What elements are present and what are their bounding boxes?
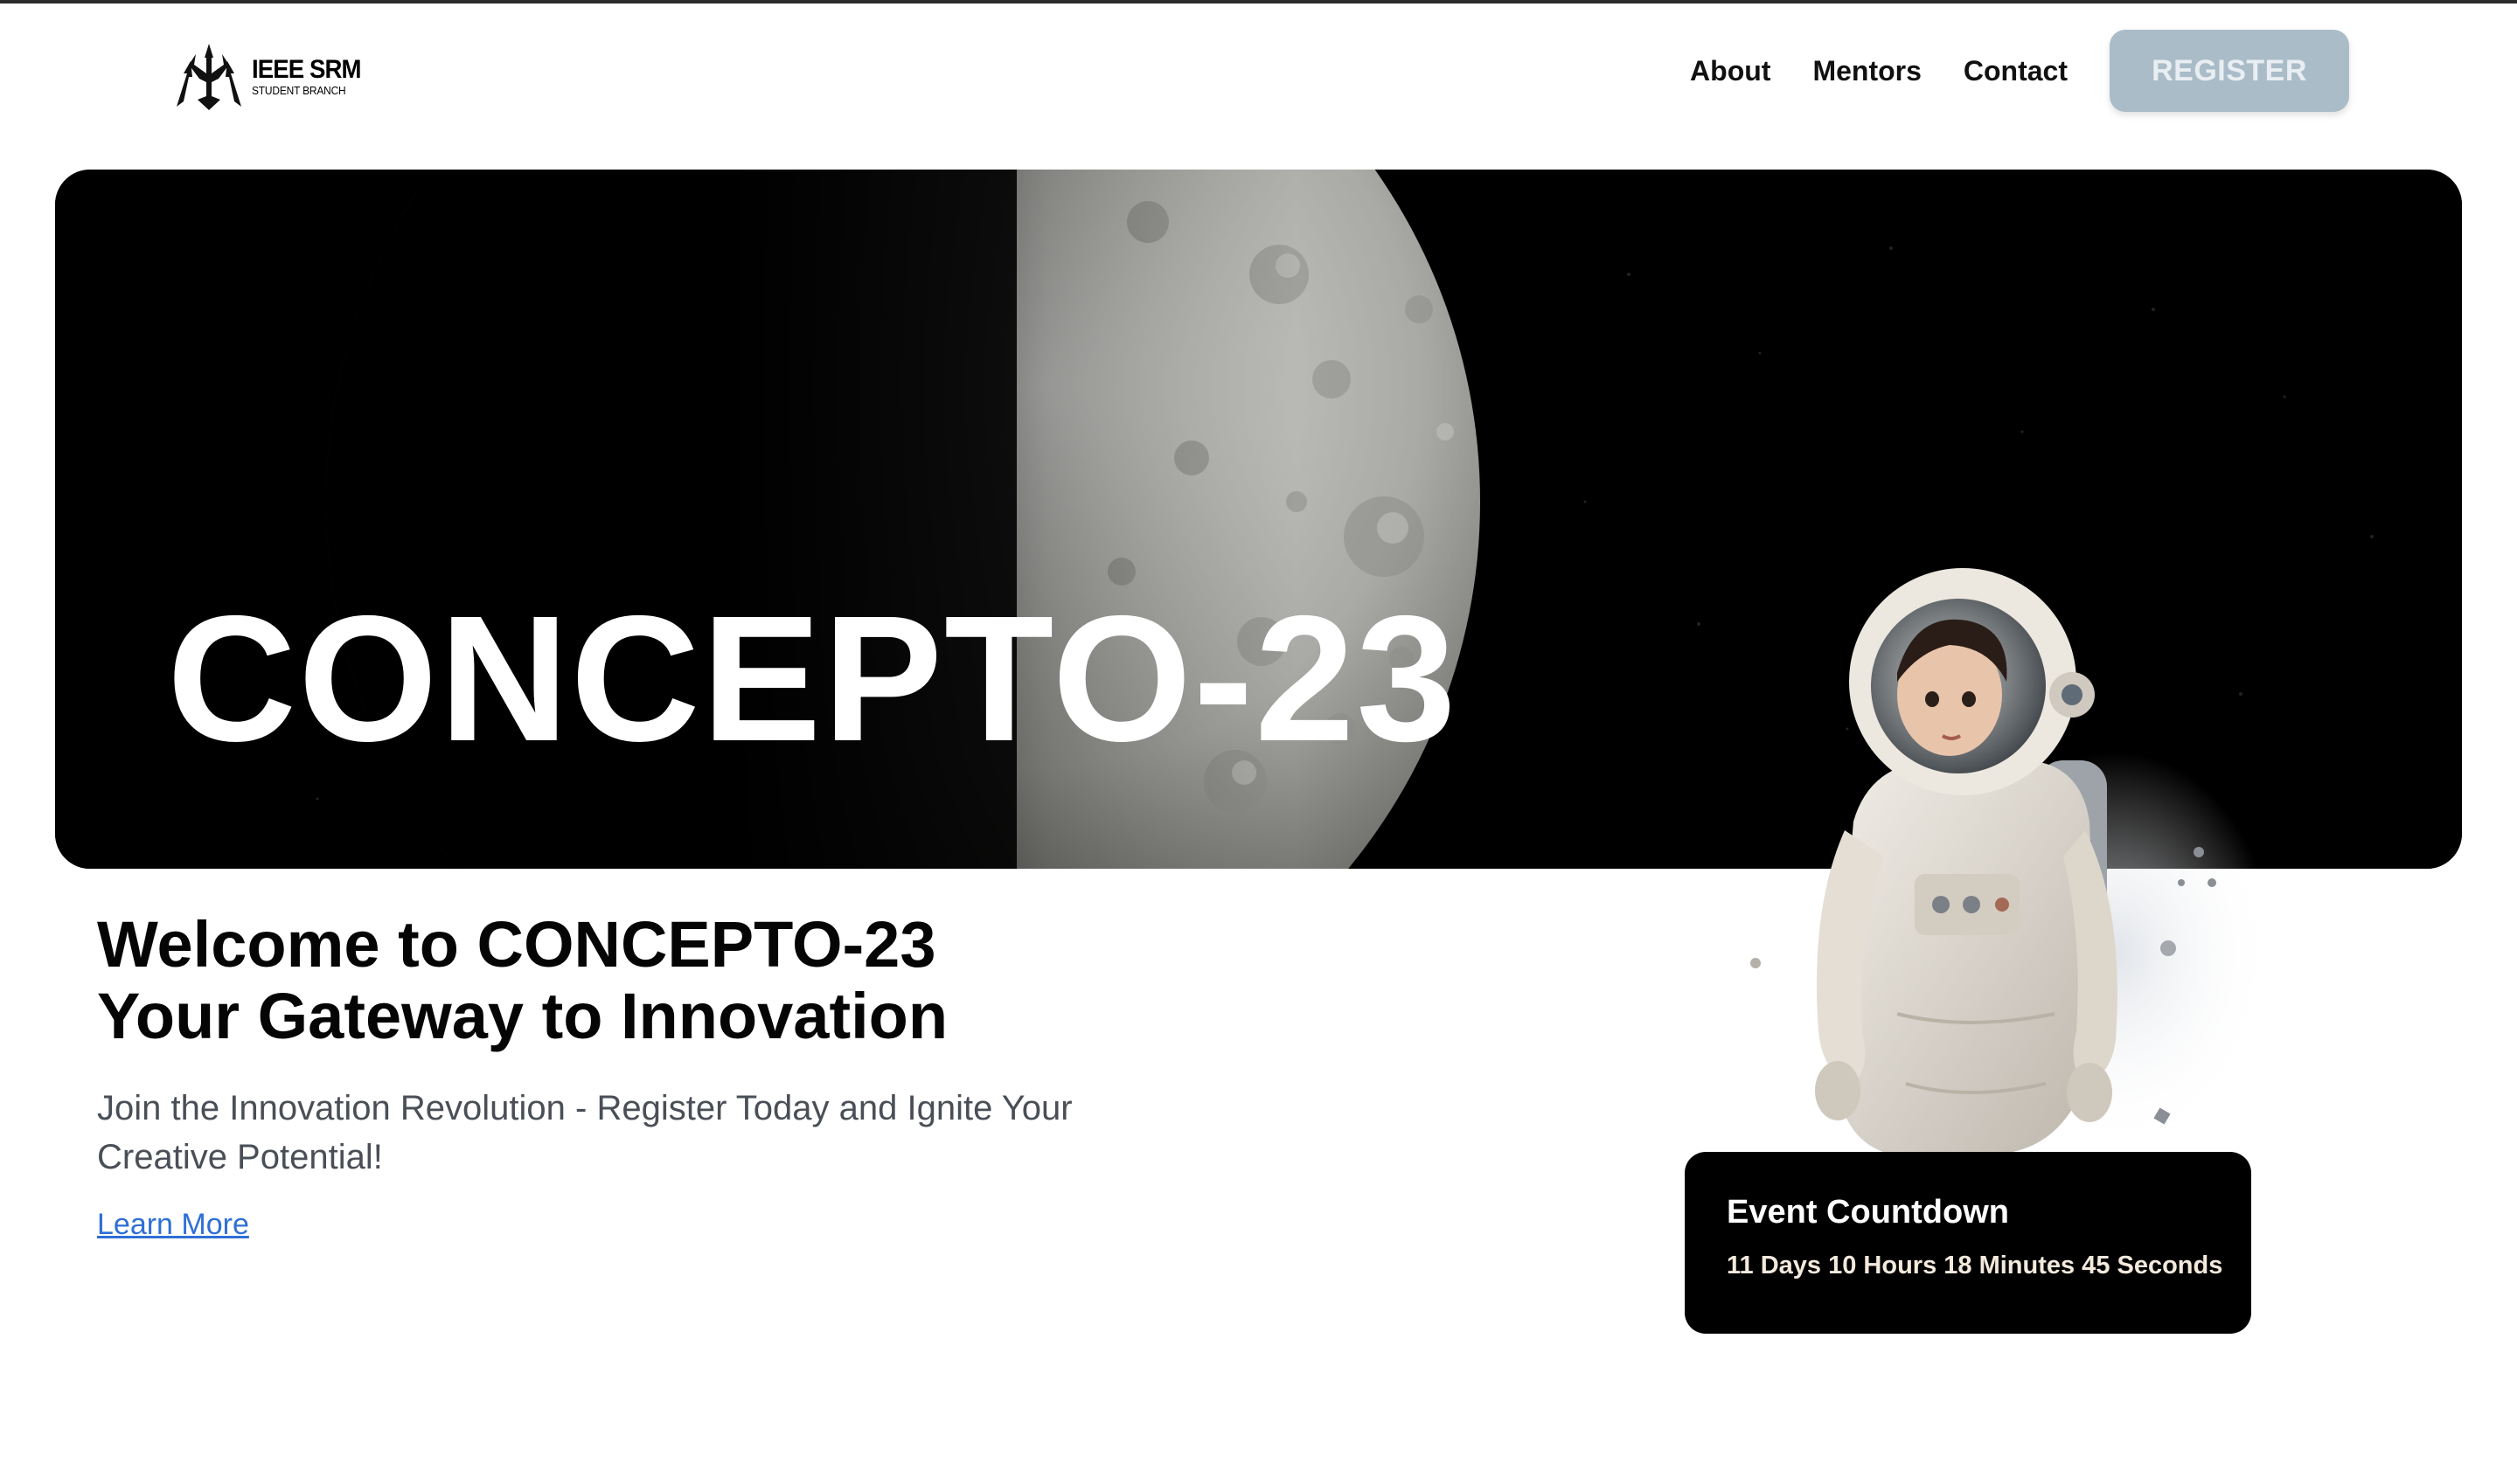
nav-link-contact[interactable]: Contact [1964,55,2068,87]
countdown-value: 11 Days 10 Hours 18 Minutes 45 Seconds [1727,1252,2223,1279]
register-button[interactable]: REGISTER [2110,30,2349,112]
welcome-tagline: Your Gateway to Innovation [97,980,949,1052]
ieee-srm-logo[interactable]: IEEE SRM STUDENT BRANCH [171,38,381,114]
hero-title: CONCEPTO-23 [167,579,1458,779]
nav-link-about[interactable]: About [1690,55,1770,87]
welcome-description: Join the Innovation Revolution - Registe… [97,1089,1073,1176]
welcome-section: Welcome to CONCEPTO-23 Your Gateway to I… [97,909,1234,1242]
astronaut-illustration [1750,568,2273,1154]
event-countdown-card: Event Countdown 11 Days 10 Hours 18 Minu… [1685,1152,2251,1334]
top-border [0,0,2517,3]
learn-more-link[interactable]: Learn More [97,1208,249,1242]
top-nav: About Mentors Contact REGISTER [1648,30,2349,112]
welcome-brand: CONCEPTO-23 [476,908,936,981]
welcome-heading: Welcome to CONCEPTO-23 Your Gateway to I… [97,909,1234,1052]
logo-title: IEEE SRM [252,54,361,84]
nav-link-mentors[interactable]: Mentors [1812,55,1921,87]
logo-subtitle: STUDENT BRANCH [252,83,346,97]
trident-logo-icon [177,44,241,110]
welcome-prefix: Welcome to [97,908,477,981]
countdown-title: Event Countdown [1727,1194,2009,1231]
